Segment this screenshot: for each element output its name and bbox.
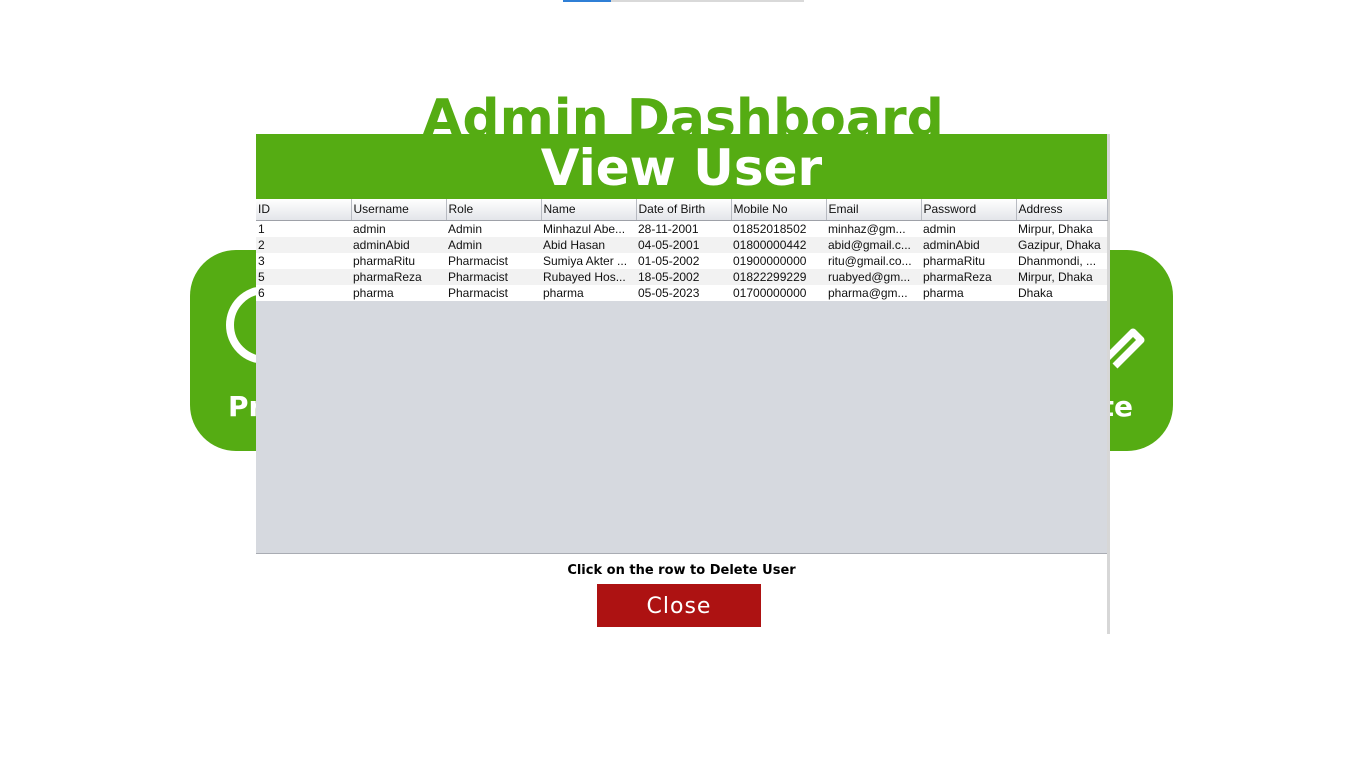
user-table[interactable]: ID Username Role Name Date of Birth Mobi… <box>256 199 1108 301</box>
table-cell: 01700000000 <box>731 284 826 301</box>
table-cell: 04-05-2001 <box>636 236 731 253</box>
table-cell: 5 <box>256 268 351 285</box>
table-header-row: ID Username Role Name Date of Birth Mobi… <box>256 199 1108 221</box>
table-cell: minhaz@gm... <box>826 220 921 237</box>
table-cell: 3 <box>256 252 351 269</box>
table-cell: 2 <box>256 236 351 253</box>
table-cell: admin <box>921 220 1016 237</box>
table-cell: Minhazul Abe... <box>541 220 636 237</box>
top-strip-accent <box>563 0 611 2</box>
column-header[interactable]: Address <box>1016 199 1108 221</box>
column-header[interactable]: Email <box>826 199 922 221</box>
table-cell: 1 <box>256 220 351 237</box>
table-cell: pharmaRitu <box>921 252 1016 269</box>
table-row[interactable]: 1 admin Admin Minhazul Abe... 28-11-2001… <box>256 220 1107 237</box>
table-cell: Sumiya Akter ... <box>541 252 636 269</box>
table-cell: adminAbid <box>921 236 1016 253</box>
table-cell: Abid Hasan <box>541 236 636 253</box>
table-cell: Pharmacist <box>446 252 541 269</box>
table-row[interactable]: 2 adminAbid Admin Abid Hasan 04-05-2001 … <box>256 236 1107 253</box>
table-row[interactable]: 6 pharma Pharmacist pharma 05-05-2023 01… <box>256 284 1107 301</box>
table-cell: 18-05-2002 <box>636 268 731 285</box>
view-user-dialog: View User ID Username Role Name Date of … <box>256 134 1110 634</box>
column-header[interactable]: ID <box>256 199 352 221</box>
table-cell: pharma <box>921 284 1016 301</box>
column-header[interactable]: Password <box>921 199 1017 221</box>
table-cell: 28-11-2001 <box>636 220 731 237</box>
table-cell: Rubayed Hos... <box>541 268 636 285</box>
table-cell: Mirpur, Dhaka <box>1016 268 1107 285</box>
table-cell: 01852018502 <box>731 220 826 237</box>
table-cell: Pharmacist <box>446 268 541 285</box>
table-cell: pharma@gm... <box>826 284 921 301</box>
table-cell: adminAbid <box>351 236 446 253</box>
table-cell: 05-05-2023 <box>636 284 731 301</box>
column-header[interactable]: Mobile No <box>731 199 827 221</box>
table-cell: Dhaka <box>1016 284 1107 301</box>
table-cell: admin <box>351 220 446 237</box>
table-row[interactable]: 5 pharmaReza Pharmacist Rubayed Hos... 1… <box>256 268 1107 285</box>
dialog-title: View User <box>256 134 1107 199</box>
table-cell: Pharmacist <box>446 284 541 301</box>
table-cell: abid@gmail.c... <box>826 236 921 253</box>
table-cell: Gazipur, Dhaka <box>1016 236 1107 253</box>
table-cell: 01900000000 <box>731 252 826 269</box>
table-row[interactable]: 3 pharmaRitu Pharmacist Sumiya Akter ...… <box>256 252 1107 269</box>
table-cell: 01822299229 <box>731 268 826 285</box>
table-cell: Admin <box>446 220 541 237</box>
table-cell: pharma <box>351 284 446 301</box>
table-cell: pharmaRitu <box>351 252 446 269</box>
column-header[interactable]: Role <box>446 199 542 221</box>
table-cell: 01-05-2002 <box>636 252 731 269</box>
column-header[interactable]: Username <box>351 199 447 221</box>
table-cell: Mirpur, Dhaka <box>1016 220 1107 237</box>
user-table-container[interactable]: ID Username Role Name Date of Birth Mobi… <box>256 199 1108 554</box>
table-cell: pharma <box>541 284 636 301</box>
delete-hint: Click on the row to Delete User <box>567 563 796 578</box>
top-strip <box>563 0 804 2</box>
table-cell: Admin <box>446 236 541 253</box>
table-cell: Dhanmondi, ... <box>1016 252 1107 269</box>
close-button[interactable]: Close <box>597 584 761 627</box>
table-cell: 01800000442 <box>731 236 826 253</box>
column-header[interactable]: Date of Birth <box>636 199 732 221</box>
table-cell: ruabyed@gm... <box>826 268 921 285</box>
column-header[interactable]: Name <box>541 199 637 221</box>
table-cell: pharmaReza <box>351 268 446 285</box>
table-cell: 6 <box>256 284 351 301</box>
table-cell: pharmaReza <box>921 268 1016 285</box>
table-cell: ritu@gmail.co... <box>826 252 921 269</box>
